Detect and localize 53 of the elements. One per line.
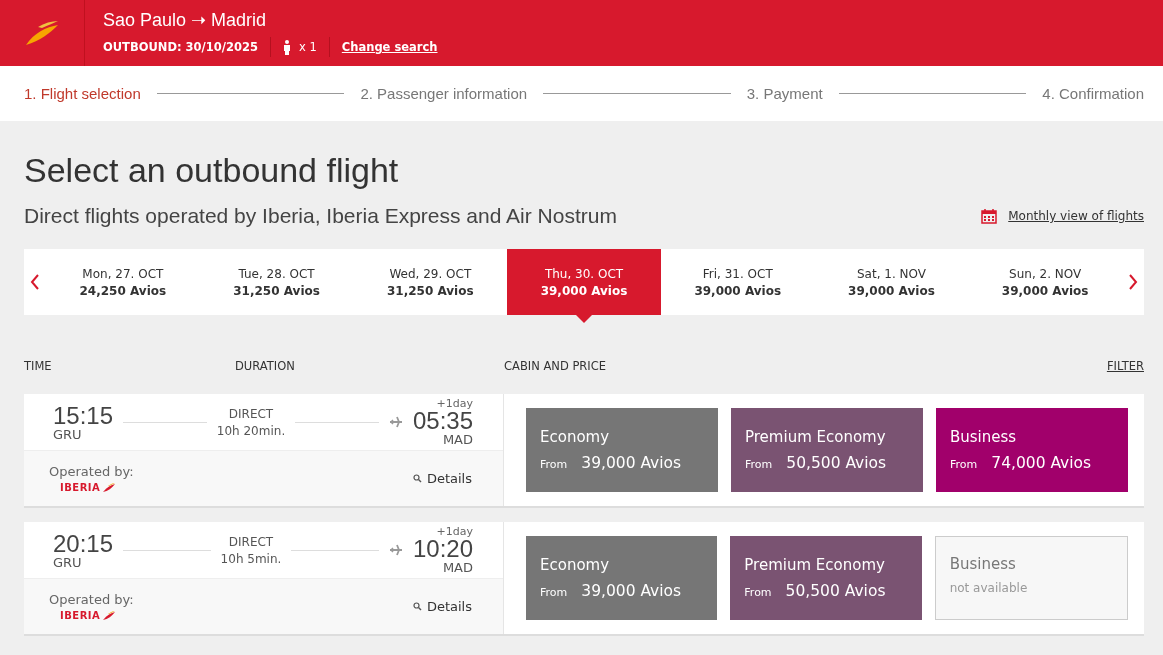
details-link[interactable]: Details [412, 471, 472, 486]
page-title: Select an outbound flight [24, 151, 400, 190]
details-link[interactable]: Details [412, 599, 472, 614]
day-offset: +1day [436, 526, 473, 537]
cabin-price-button[interactable]: Premium Economy From 50,500 Avios [730, 536, 922, 620]
person-icon [283, 39, 292, 55]
plane-icon [388, 543, 403, 557]
airport-code: MAD [442, 561, 473, 574]
change-search-link[interactable]: Change search [341, 40, 438, 54]
monthly-view-link[interactable]: Monthly view of flights [1008, 209, 1144, 223]
departure-time: 15:15 [53, 403, 114, 428]
departure-time: 20:15 [53, 531, 114, 556]
chevron-left-icon[interactable] [30, 273, 40, 291]
filter-link[interactable]: FILTER [1106, 359, 1144, 373]
logo-icon [24, 19, 60, 47]
airport-code: GRU [53, 427, 83, 441]
flight-duration: 10h 20min. [216, 423, 286, 438]
chevron-right-icon[interactable] [1128, 273, 1139, 291]
operated-by-label: Operated by: [49, 592, 134, 607]
search-icon [412, 602, 422, 611]
airport-code: MAD [442, 433, 473, 446]
airline-logo-icon [102, 482, 117, 493]
arrival-time: 05:35 [412, 409, 473, 433]
progress-step: 3. Payment [746, 85, 823, 102]
progress-step: 4. Confirmation [1042, 85, 1144, 102]
progress-step: 2. Passenger information [360, 85, 528, 102]
flight-duration: 10h 5min. [220, 551, 282, 566]
outbound-date: OUTBOUND: 30/10/2025 [103, 40, 259, 54]
airline-name: IBERIA [60, 482, 101, 493]
calendar-icon [981, 208, 998, 224]
cabin-price-button[interactable]: Economy From 39,000 Avios [526, 408, 718, 492]
airline-logo-icon [102, 610, 117, 621]
operated-by-label: Operated by: [49, 464, 134, 479]
stops-label: DIRECT [228, 406, 274, 421]
stops-label: DIRECT [228, 534, 274, 549]
passenger-count: x 1 [299, 40, 317, 54]
cabin-unavailable-card: Business not available [934, 536, 1128, 620]
plane-icon [388, 415, 403, 429]
airport-code: GRU [53, 555, 83, 569]
progress-step: 1. Flight selection [24, 85, 141, 102]
page-subtitle: Direct flights operated by Iberia, Iberia Express and Air Nostrum [24, 204, 617, 228]
column-header: DURATION [235, 359, 296, 373]
search-icon [412, 474, 422, 483]
day-offset: +1day [436, 398, 473, 409]
route-title: Sao Paulo ➝ Madrid [103, 9, 268, 31]
cabin-price-button[interactable]: Business From 74,000 Avios [936, 408, 1128, 492]
arrival-time: 10:20 [412, 537, 473, 561]
cabin-price-button[interactable]: Economy From 39,000 Avios [526, 536, 718, 620]
column-header: TIME [24, 359, 53, 373]
cabin-price-button[interactable]: Premium Economy From 50,500 Avios [731, 408, 923, 492]
airline-name: IBERIA [60, 610, 101, 621]
selection-pointer [576, 315, 592, 323]
column-header: CABIN AND PRICE [504, 359, 608, 373]
